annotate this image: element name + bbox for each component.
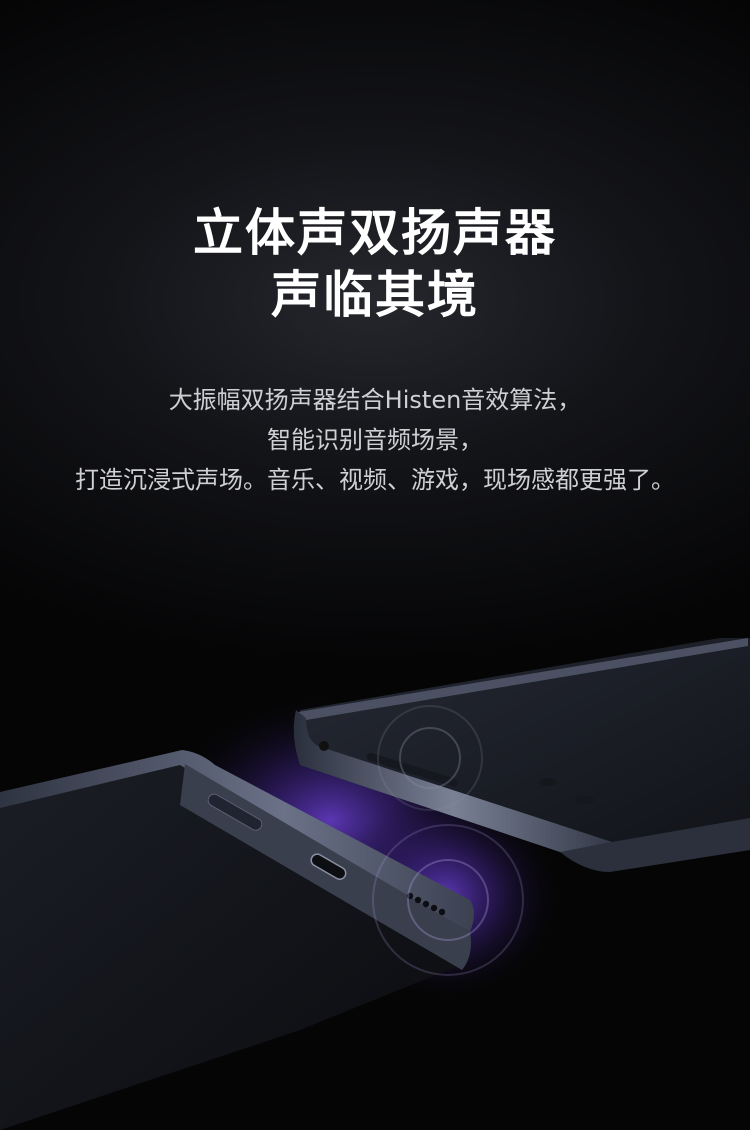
phone-speaker-illustration — [0, 560, 750, 1130]
description-line-1: 大振幅双扬声器结合Histen音效算法， — [168, 386, 582, 414]
top-sensor-hole — [576, 796, 594, 804]
feature-headline: 立体声双扬声器 声临其境 — [0, 202, 750, 326]
product-feature-page: 立体声双扬声器 声临其境 大振幅双扬声器结合Histen音效算法， 智能识别音频… — [0, 0, 750, 1130]
description-line-2: 智能识别音频场景， — [267, 426, 483, 454]
earphone-jack-icon — [319, 741, 329, 751]
headline-line-1: 立体声双扬声器 — [193, 204, 557, 262]
description-line-3: 打造沉浸式声场。音乐、视频、游戏，现场感都更强了。 — [75, 466, 675, 494]
phones-svg — [0, 638, 750, 1130]
feature-description: 大振幅双扬声器结合Histen音效算法， 智能识别音频场景， 打造沉浸式声场。音… — [0, 380, 750, 500]
top-mic-hole — [539, 778, 557, 786]
headline-line-2: 声临其境 — [271, 266, 479, 324]
